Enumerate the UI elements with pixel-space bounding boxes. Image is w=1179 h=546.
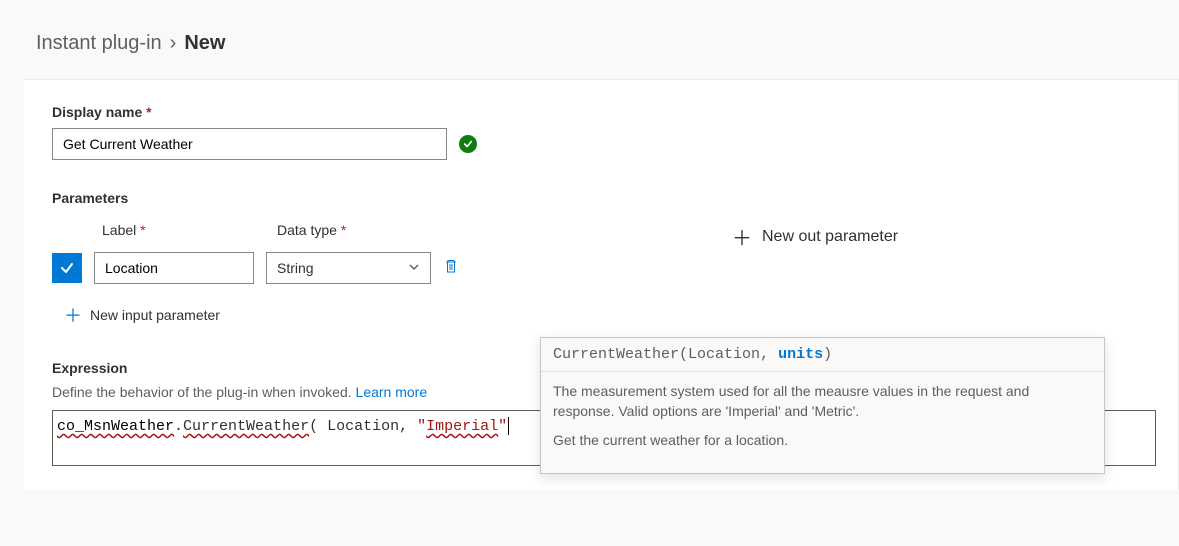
col-type-header: Data type	[277, 222, 447, 238]
parameter-row: String	[52, 252, 652, 284]
col-label-header: Label	[102, 222, 277, 238]
display-name-input[interactable]	[52, 128, 447, 160]
param-type-value: String	[277, 260, 314, 276]
parameters-label: Parameters	[52, 190, 1150, 206]
expr-object: co_MsnWeather	[57, 418, 174, 435]
learn-more-link[interactable]: Learn more	[356, 384, 428, 400]
intellisense-tooltip: CurrentWeather(Location, units) The meas…	[540, 337, 1105, 474]
tooltip-active-param: units	[778, 346, 823, 363]
add-input-parameter-button[interactable]: ＋ New input parameter	[64, 302, 220, 328]
expr-string: Imperial	[426, 418, 498, 435]
checkmark-circle-icon	[459, 135, 477, 153]
tooltip-signature: CurrentWeather(Location, units)	[541, 338, 1104, 372]
tooltip-body: The measurement system used for all the …	[541, 372, 1104, 473]
expr-function: CurrentWeather	[183, 418, 309, 435]
add-out-parameter-button[interactable]: ＋ New out parameter	[732, 222, 898, 251]
tooltip-param-desc: The measurement system used for all the …	[553, 382, 1092, 421]
breadcrumb-parent[interactable]: Instant plug-in	[36, 32, 162, 55]
param-type-dropdown[interactable]: String	[266, 252, 431, 284]
breadcrumb-current: New	[184, 32, 225, 55]
display-name-label: Display name	[52, 104, 1150, 120]
chevron-down-icon	[408, 260, 420, 276]
breadcrumb: Instant plug-in › New	[0, 0, 1179, 79]
add-out-label: New out parameter	[762, 228, 898, 246]
plus-icon: ＋	[64, 302, 82, 328]
add-input-label: New input parameter	[90, 307, 220, 323]
expr-arg1: Location	[327, 418, 399, 435]
chevron-right-icon: ›	[170, 32, 177, 55]
in-param-checkbox[interactable]	[52, 253, 82, 283]
param-label-input[interactable]	[94, 252, 254, 284]
tooltip-fn-desc: Get the current weather for a location.	[553, 431, 1092, 451]
delete-icon[interactable]	[443, 258, 459, 279]
plus-icon: ＋	[732, 222, 752, 251]
text-cursor	[508, 417, 509, 435]
